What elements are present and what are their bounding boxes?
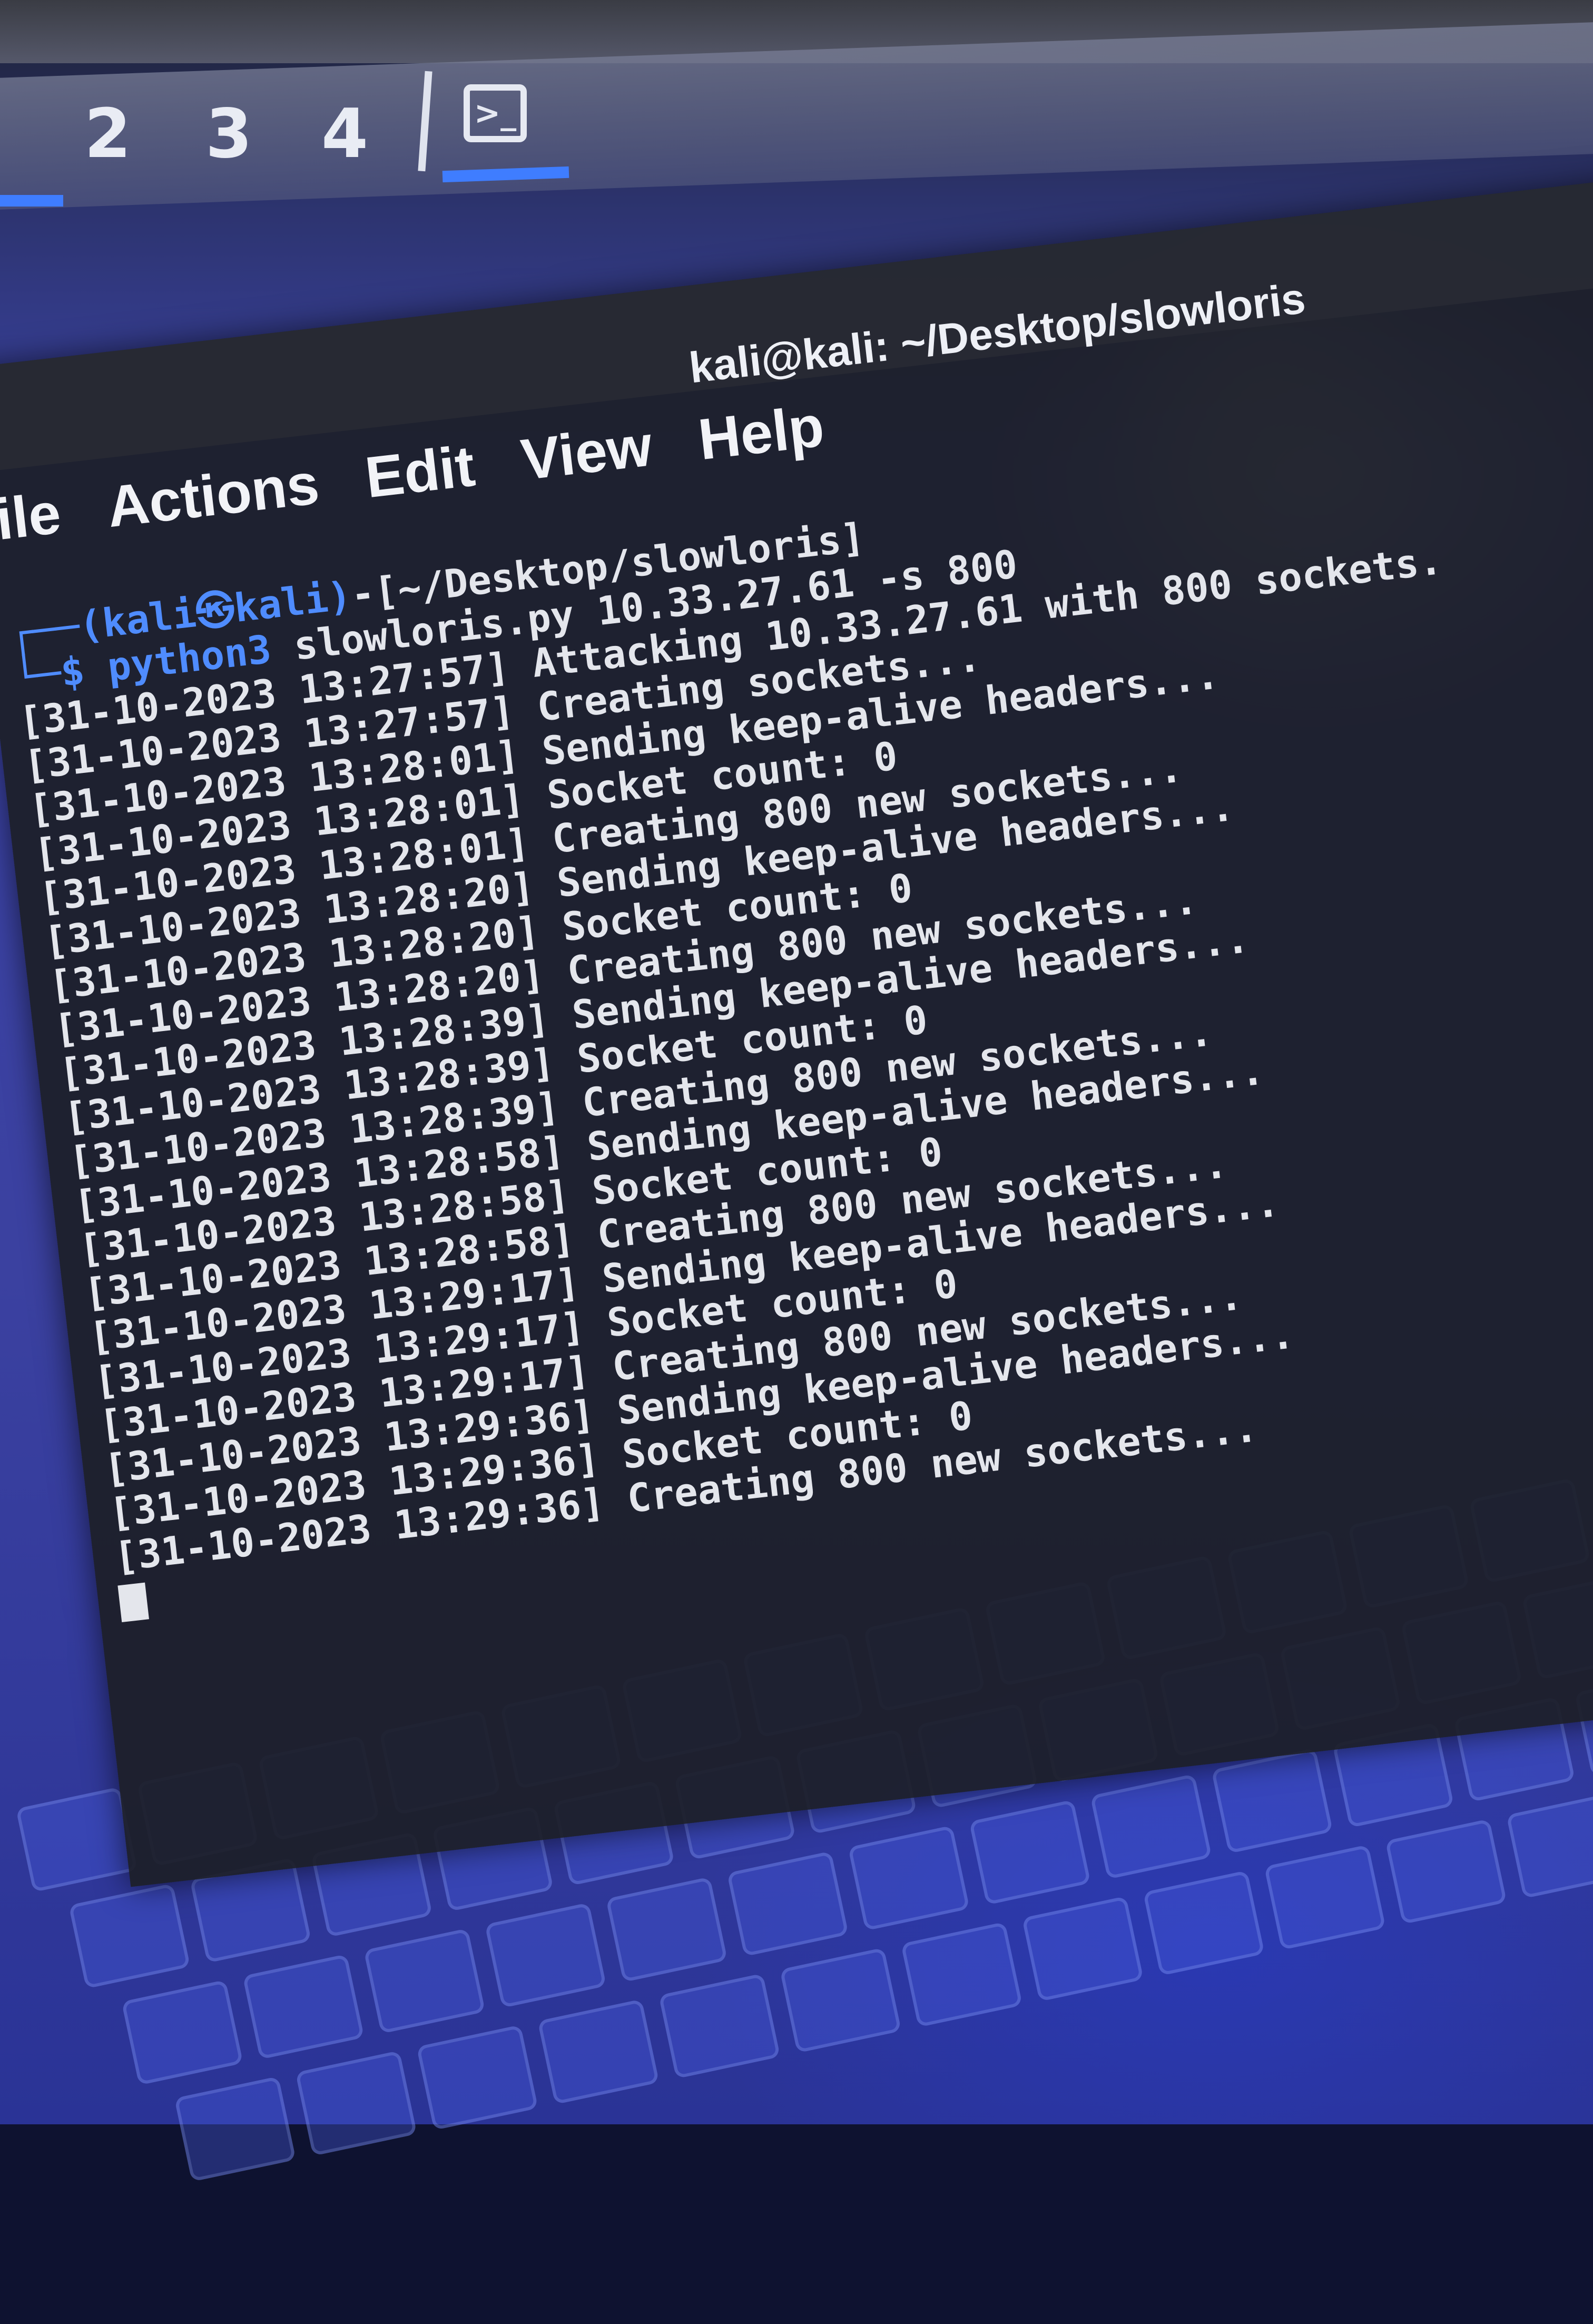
menu-help[interactable]: Help	[695, 393, 829, 485]
workspace-3[interactable]: 3	[205, 95, 252, 173]
menu-file[interactable]: ile	[0, 479, 65, 565]
keyboard-key-reflection	[295, 2050, 417, 2156]
keyboard-key-reflection	[1143, 1870, 1265, 1976]
keyboard-key-reflection	[174, 2076, 296, 2182]
keyboard-key-reflection	[242, 1954, 365, 2060]
terminal-output[interactable]: ┌──(kali㉿kali)-[~/Desktop/slowloris] └─$…	[7, 421, 1593, 1624]
terminal-window[interactable]: kali@kali: ~/Desktop/slowloris ile Actio…	[0, 172, 1593, 1887]
keyboard-key-reflection	[1090, 1773, 1212, 1880]
keyboard-key-reflection	[726, 1851, 849, 1957]
workspace-indicator	[0, 195, 63, 207]
keyboard-key-reflection	[900, 1921, 1023, 2027]
keyboard-key-reflection	[1385, 1819, 1507, 1925]
text-cursor	[117, 1583, 150, 1623]
keyboard-key-reflection	[1264, 1844, 1386, 1950]
menu-edit[interactable]: Edit	[362, 433, 479, 524]
keyboard-key-reflection	[1021, 1896, 1144, 2002]
terminal-icon-glyph: >_	[474, 95, 517, 132]
keyboard-key-reflection	[1506, 1793, 1593, 1899]
workspace-2[interactable]: 2	[84, 95, 131, 173]
menu-actions[interactable]: Actions	[104, 450, 324, 553]
keyboard-key-reflection	[605, 1877, 728, 1983]
keyboard-key-reflection	[416, 2024, 538, 2131]
terminal-icon[interactable]: >_	[464, 84, 527, 142]
keyboard-key-reflection	[537, 1999, 660, 2105]
keyboard-key-reflection	[780, 1947, 902, 2053]
keyboard-key-reflection	[848, 1825, 970, 1931]
keyboard-key-reflection	[363, 1928, 486, 2034]
keyboard-key-reflection	[485, 1902, 607, 2008]
menu-view[interactable]: View	[518, 412, 657, 505]
workspace-4[interactable]: 4	[321, 95, 368, 173]
keyboard-key-reflection	[121, 1979, 243, 2085]
keyboard-key-reflection	[969, 1799, 1091, 1905]
keyboard-key-reflection	[1211, 1748, 1333, 1854]
keyboard-key-reflection	[68, 1883, 191, 1989]
keyboard-key-reflection	[658, 1973, 781, 2079]
